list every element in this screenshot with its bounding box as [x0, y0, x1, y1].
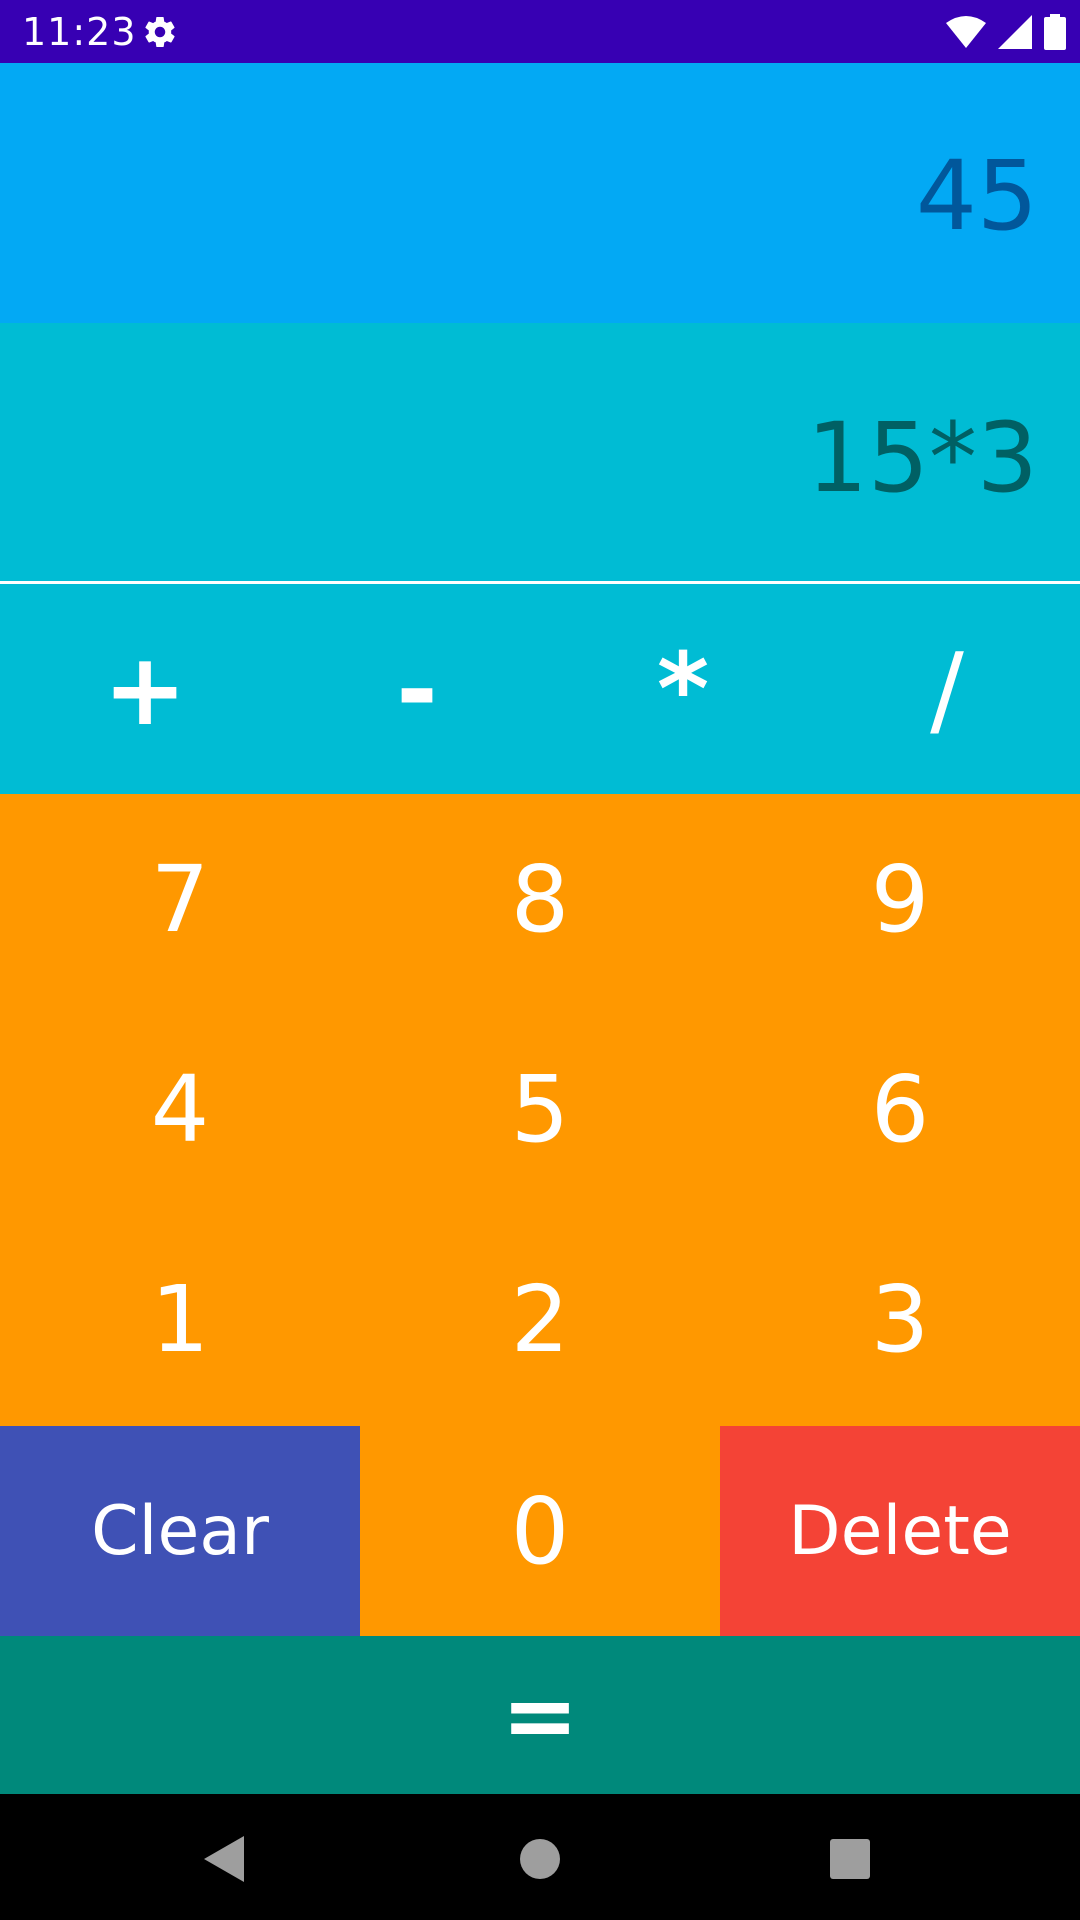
navigation-bar: [0, 1794, 1080, 1920]
digit-2-button[interactable]: 2: [360, 1214, 720, 1424]
result-value: 45: [915, 140, 1038, 252]
equals-button[interactable]: =: [0, 1636, 1080, 1794]
status-time: 11:23: [22, 10, 137, 54]
digit-3-button[interactable]: 3: [720, 1214, 1080, 1424]
back-icon[interactable]: [190, 1824, 260, 1894]
expression-display: 15*3: [0, 323, 1080, 581]
digit-1-button[interactable]: 1: [0, 1214, 360, 1424]
digit-8-button[interactable]: 8: [360, 794, 720, 1004]
digit-4-button[interactable]: 4: [0, 1004, 360, 1214]
digit-9-button[interactable]: 9: [720, 794, 1080, 1004]
status-icons: [946, 12, 1066, 52]
digit-0-button[interactable]: 0: [360, 1426, 720, 1636]
delete-button[interactable]: Delete: [720, 1426, 1080, 1636]
gear-icon: [142, 14, 178, 50]
result-display: 45: [0, 63, 1080, 323]
digit-5-button[interactable]: 5: [360, 1004, 720, 1214]
status-bar: 11:23: [0, 0, 1080, 63]
home-icon[interactable]: [505, 1824, 575, 1894]
recents-icon[interactable]: [815, 1824, 885, 1894]
multiply-button[interactable]: *: [548, 584, 818, 794]
minus-button[interactable]: -: [282, 584, 552, 794]
signal-icon: [998, 15, 1032, 49]
numpad: 7 8 9 4 5 6 1 2 3: [0, 794, 1080, 1426]
operator-row: + - * /: [0, 584, 1080, 794]
divide-button[interactable]: /: [812, 584, 1080, 794]
wifi-icon: [946, 15, 986, 49]
battery-icon: [1044, 14, 1066, 50]
plus-button[interactable]: +: [10, 584, 280, 794]
digit-6-button[interactable]: 6: [720, 1004, 1080, 1214]
expression-value: 15*3: [806, 402, 1038, 514]
clear-button[interactable]: Clear: [0, 1426, 360, 1636]
digit-7-button[interactable]: 7: [0, 794, 360, 1004]
